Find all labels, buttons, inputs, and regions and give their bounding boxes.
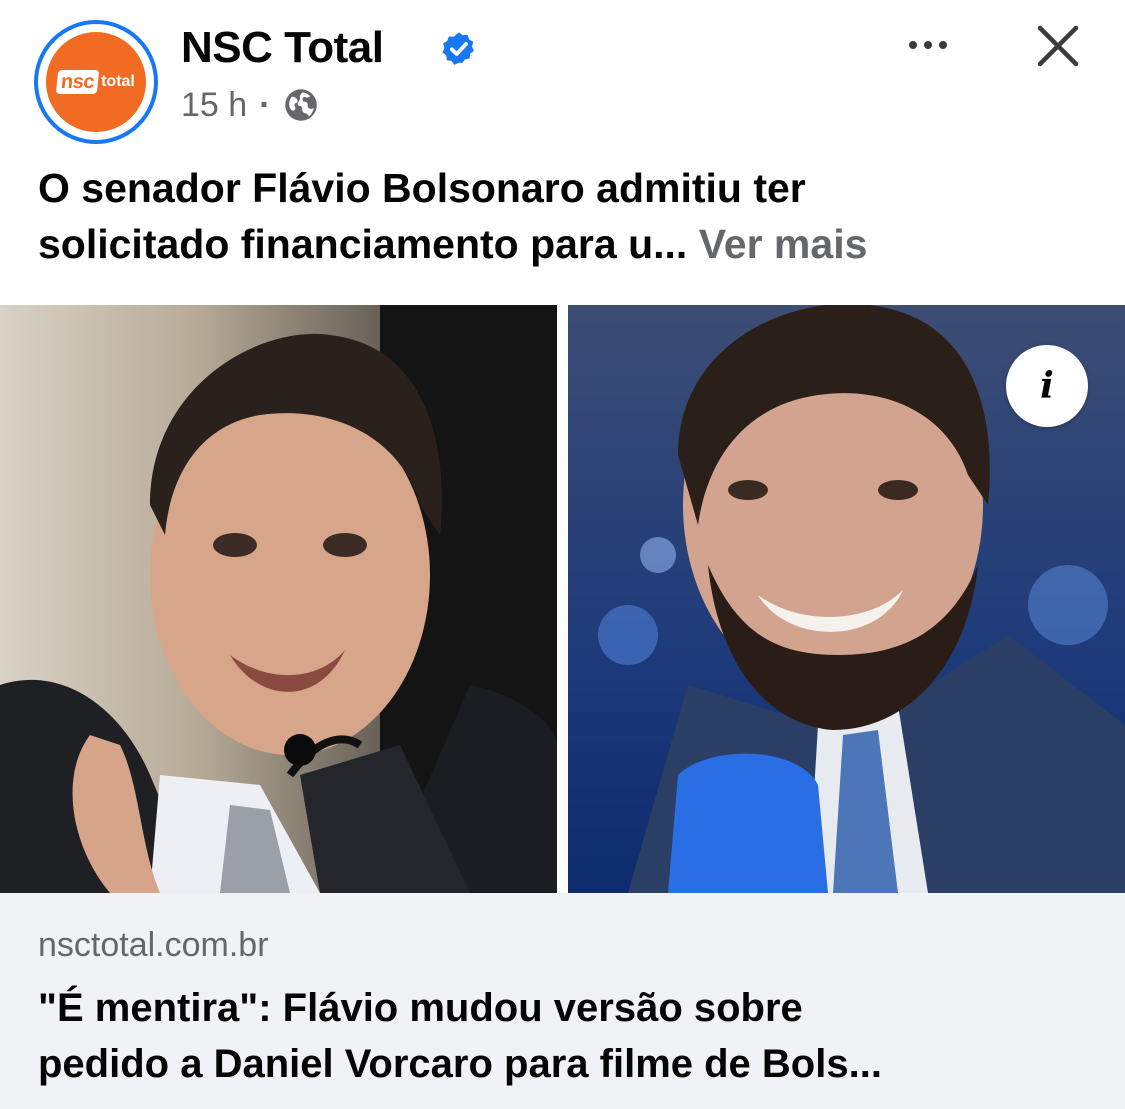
meta-separator: · xyxy=(259,85,271,124)
verified-badge-icon xyxy=(442,32,474,65)
post-caption: O senador Flávio Bolsonaro admitiu ter s… xyxy=(38,160,1098,272)
more-options-icon[interactable] xyxy=(898,30,958,60)
page-name-link[interactable]: NSC Total xyxy=(181,20,384,76)
globe-icon xyxy=(284,89,317,121)
link-title[interactable]: "É mentira": Flávio mudou versão sobre p… xyxy=(38,980,1108,1092)
caption-line-2: solicitado financiamento para u... xyxy=(38,221,688,267)
logo-total-text: total xyxy=(101,73,135,90)
post-meta: 15 h · xyxy=(181,82,319,128)
page-avatar[interactable]: nsc total xyxy=(34,20,158,144)
link-title-line-2: pedido a Daniel Vorcaro para filme de Bo… xyxy=(38,1042,882,1086)
caption-line-1: O senador Flávio Bolsonaro admitiu ter xyxy=(38,165,806,211)
photo-left-senator xyxy=(0,305,557,893)
close-icon[interactable] xyxy=(1034,22,1082,70)
feed-post: nsc total NSC Total 15 h · O senador Flá… xyxy=(0,0,1125,1109)
info-icon[interactable]: i xyxy=(1006,345,1088,427)
see-more-link[interactable]: Ver mais xyxy=(699,221,868,267)
post-image[interactable] xyxy=(0,305,1125,893)
link-title-line-1: "É mentira": Flávio mudou versão sobre xyxy=(38,986,803,1030)
link-domain: nsctotal.com.br xyxy=(38,926,269,964)
post-timestamp[interactable]: 15 h xyxy=(181,86,247,125)
nsc-total-logo: nsc total xyxy=(46,32,146,132)
logo-nsc-text: nsc xyxy=(55,70,100,94)
